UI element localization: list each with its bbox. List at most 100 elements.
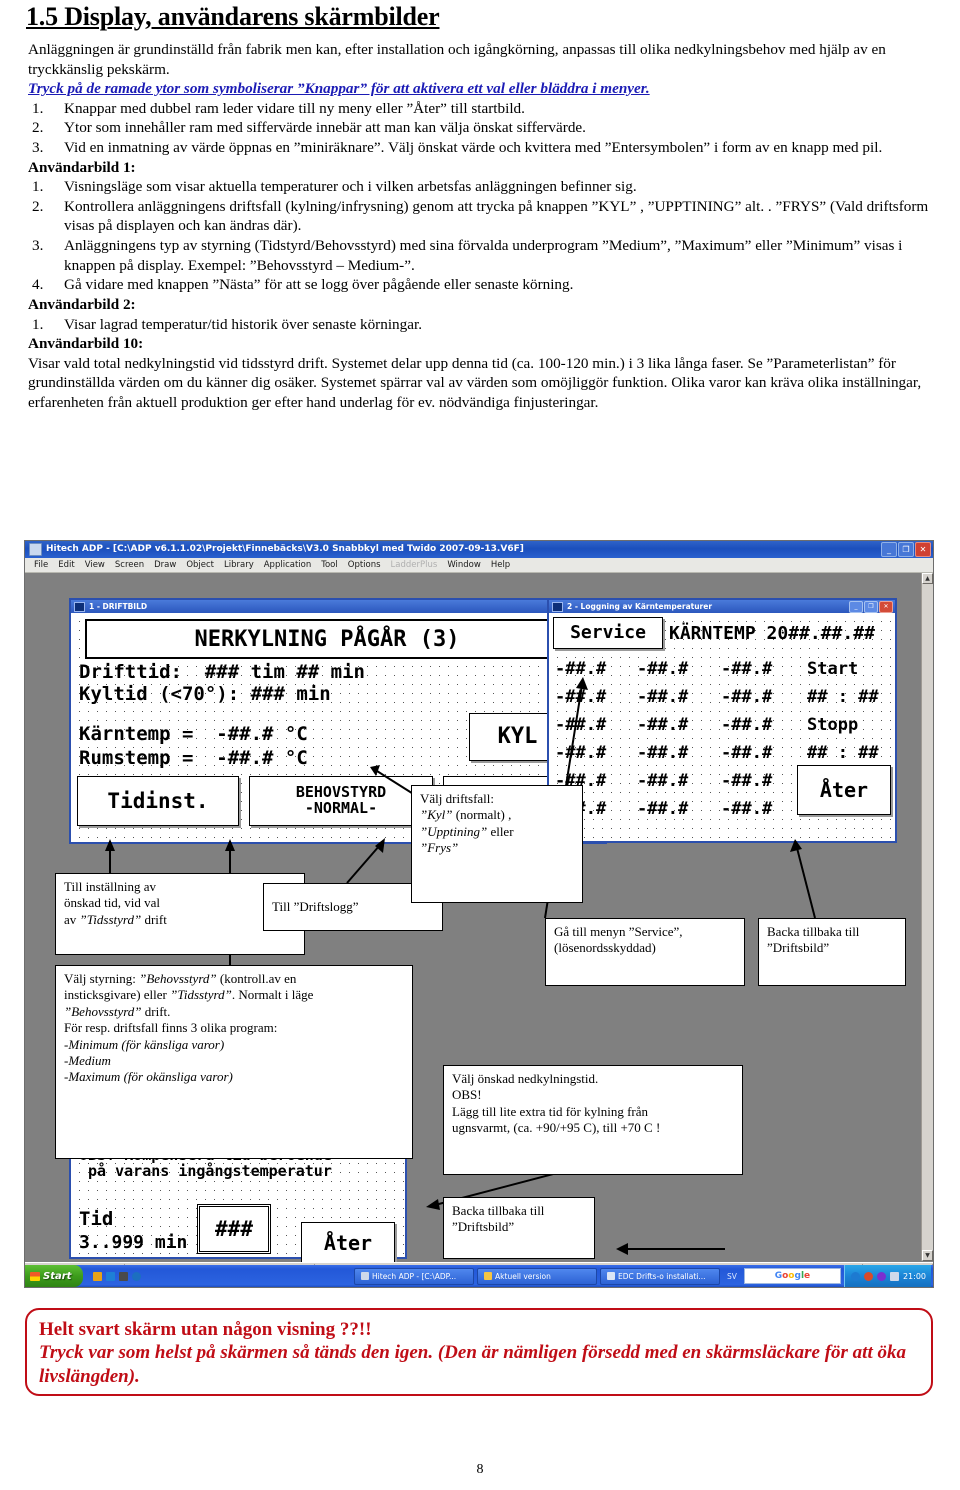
quicklaunch-icon-1[interactable] — [93, 1271, 103, 1281]
close-icon[interactable]: ✕ — [915, 542, 931, 557]
document-icon — [607, 1272, 616, 1280]
menu-item-draw[interactable]: Draw — [149, 558, 181, 573]
scroll-up-icon[interactable]: ▲ — [922, 573, 933, 584]
restore-icon[interactable]: ❐ — [864, 600, 878, 613]
system-tray: 21:00 — [843, 1265, 931, 1287]
callout-line: Välj styrning: ”Behovsstyrd” (kontroll.a… — [64, 971, 297, 986]
list-marker: 2. — [32, 197, 44, 215]
menu-item-screen[interactable]: Screen — [110, 558, 149, 573]
callout-line: ”Behovsstyrd” drift. — [64, 1003, 171, 1019]
restore-icon[interactable]: ❐ — [898, 542, 914, 557]
tray-icon-messenger[interactable] — [850, 1271, 860, 1281]
taskbar-task-hitech[interactable]: Hitech ADP - [C:\ADP... — [354, 1267, 475, 1285]
scroll-down-icon[interactable]: ▼ — [922, 1250, 933, 1261]
screen-icon — [74, 601, 85, 612]
hmi-driftbild-titlebar: 1 - DRIFTBILD _ ❐ ✕ — [71, 600, 605, 613]
list-item: 2. Kontrollera anläggningens driftsfall (… — [28, 197, 938, 236]
hmi-loggning-titlebar: 2 - Loggning av Kärntemperaturer _ ❐ ✕ — [549, 600, 895, 613]
callout-line: Backa tillbaka till — [767, 924, 860, 939]
log-cell: -##.# — [637, 715, 689, 735]
tidstyrning-tid-value-field[interactable]: ### — [197, 1204, 271, 1254]
callout-line: av ”Tidsstyrd” drift — [64, 911, 167, 927]
menu-item-object[interactable]: Object — [181, 558, 219, 573]
language-indicator[interactable]: SV — [723, 1272, 741, 1281]
app-title: Hitech ADP - [C:\ADP v6.1.1.02\Projekt\F… — [46, 544, 524, 554]
loggning-header: KÄRNTEMP 20##.##.## — [669, 623, 875, 644]
driftbild-styrning-button[interactable]: BEHOVSTYRD -NORMAL- — [249, 776, 433, 826]
log-cell: -##.# — [555, 687, 607, 707]
callout-line: OBS! — [452, 1087, 482, 1103]
menu-item-file[interactable]: File — [29, 558, 53, 573]
menu-item-view[interactable]: View — [80, 558, 110, 573]
menu-item-application[interactable]: Application — [259, 558, 317, 573]
loggning-service-button[interactable]: Service — [553, 617, 663, 649]
tray-icon-volume[interactable] — [889, 1271, 899, 1281]
warning-line-1: Helt svart skärm utan någon visning ??!! — [39, 1319, 372, 1340]
log-label-start: Start — [807, 659, 859, 679]
quicklaunch-icon-3[interactable] — [119, 1271, 129, 1281]
page-number: 8 — [476, 1462, 484, 1477]
page-title: 1.5 Display, användarens skärmbilder — [26, 2, 440, 31]
intro-emphasis: Tryck på de ramade ytor som symboliserar… — [28, 80, 650, 98]
google-search-box[interactable]: Google — [743, 1268, 841, 1284]
callout-line: -Maximum (för okänsliga varor) — [64, 1069, 233, 1085]
screen-icon — [552, 601, 563, 612]
callout-line: insticksgivare) eller ”Tidsstyrd”. Norma… — [64, 987, 314, 1003]
menu-item-help[interactable]: Help — [486, 558, 515, 573]
minimize-icon[interactable]: _ — [881, 542, 897, 557]
menu-item-library[interactable]: Library — [219, 558, 259, 573]
task-label: Aktuell version — [495, 1271, 551, 1281]
windows-flag-icon — [30, 1271, 40, 1281]
anvandarbild-10-text: Visar vald total nedkylningstid vid tids… — [28, 354, 922, 411]
tidstyrning-note-line2: på varans ingångstemperatur — [79, 1162, 332, 1180]
callout-line: Lägg till lite extra tid för kylning frå… — [452, 1103, 649, 1119]
list-text: Kontrollera anläggningens driftsfall (ky… — [64, 197, 929, 235]
callout-line: önskad tid, vid val — [64, 895, 161, 911]
menu-item-edit[interactable]: Edit — [53, 558, 79, 573]
callout-service: Gå till menyn ”Service”, (lösenordsskydd… — [545, 918, 745, 986]
taskbar-task-edc[interactable]: EDC Drifts-o installati... — [600, 1267, 721, 1285]
driftbild-tidinst-button[interactable]: Tidinst. — [77, 776, 239, 826]
heading-anvandarbild-1: Användarbild 1: — [28, 158, 136, 176]
list-item: 4. Gå vidare med knappen ”Nästa” för att … — [28, 275, 938, 295]
taskbar-task-aktuell-version[interactable]: Aktuell version — [477, 1267, 598, 1285]
workspace-scrollbar[interactable]: ▲ ▼ — [921, 573, 933, 1261]
minimize-icon[interactable]: _ — [849, 600, 863, 613]
menu-item-tool[interactable]: Tool — [316, 558, 343, 573]
quicklaunch-icon-4[interactable] — [132, 1271, 142, 1281]
callout-line: Till ”Driftslogg” — [272, 898, 359, 914]
document-page: 1.5 Display, användarens skärmbilder Anl… — [0, 0, 960, 1490]
list-text: Visar lagrad temperatur/tid historik öve… — [64, 315, 422, 333]
menu-item-options[interactable]: Options — [343, 558, 386, 573]
tidstyrning-tid-label: Tid — [79, 1208, 114, 1230]
folder-icon — [484, 1272, 493, 1280]
log-cell: -##.# — [637, 771, 689, 791]
log-label-stopp: Stopp — [807, 715, 859, 735]
menu-item-window[interactable]: Window — [442, 558, 486, 573]
driftbild-line-rumstemp: Rumstemp = -##.# °C — [79, 747, 308, 769]
tray-icon-antivirus[interactable] — [863, 1271, 873, 1281]
tray-icon-network[interactable] — [876, 1271, 886, 1281]
tidstyrning-ater-button[interactable]: Åter — [301, 1222, 395, 1264]
loggning-ater-button[interactable]: Åter — [797, 765, 891, 815]
callout-line: Gå till menyn ”Service”, — [554, 924, 683, 939]
window-controls: _ ❐ ✕ — [881, 542, 933, 557]
app-menubar: File Edit View Screen Draw Object Librar… — [25, 558, 933, 573]
quicklaunch-icon-2[interactable] — [106, 1271, 116, 1281]
application-screenshot: Hitech ADP - [C:\ADP v6.1.1.02\Projekt\F… — [24, 540, 934, 1288]
list-marker: 1. — [32, 315, 44, 333]
heading-anvandarbild-2: Användarbild 2: — [28, 295, 136, 313]
callout-back-top: Backa tillbaka till ”Driftsbild” — [758, 918, 906, 986]
close-icon[interactable]: ✕ — [879, 600, 893, 613]
hmi-window-loggning[interactable]: 2 - Loggning av Kärntemperaturer _ ❐ ✕ S… — [547, 598, 897, 843]
driftbild-banner: NERKYLNING PÅGÅR (3) — [85, 619, 569, 659]
log-cell: -##.# — [721, 687, 773, 707]
log-cell: -##.# — [637, 743, 689, 763]
heading-anvandarbild-10: Användarbild 10: — [28, 335, 144, 353]
intro-paragraph: Anläggningen är grundinställd från fabri… — [28, 41, 886, 78]
quick-launch-bar — [83, 1271, 149, 1281]
list-item: 1. Visningsläge som visar aktuella temper… — [28, 177, 938, 197]
clock[interactable]: 21:00 — [903, 1272, 926, 1281]
start-button[interactable]: Start — [25, 1265, 84, 1287]
list-marker: 4. — [32, 276, 44, 294]
